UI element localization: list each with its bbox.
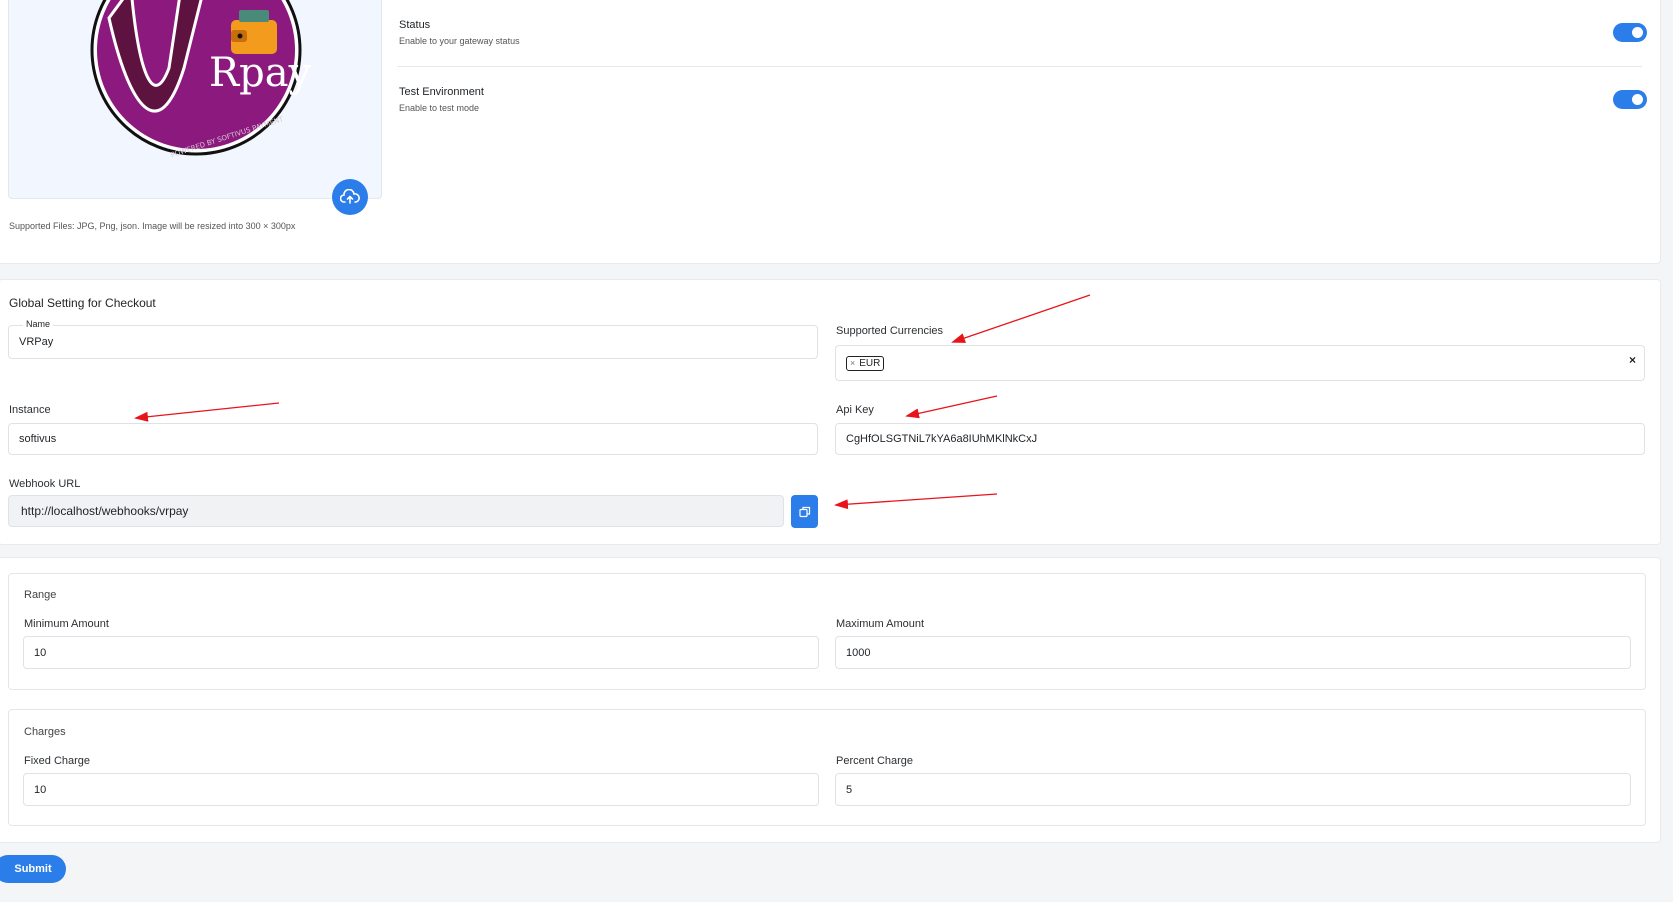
- logo-upload-area: Rpay POWERED BY SOFTIVUS PAYMENT: [8, 0, 382, 199]
- fixed-charge-field[interactable]: 10: [23, 773, 819, 806]
- instance-field[interactable]: softivus: [8, 423, 818, 455]
- upload-button[interactable]: [332, 179, 368, 215]
- range-box: Range Minimum Amount 10 Maximum Amount 1…: [8, 573, 1646, 690]
- limits-card: Range Minimum Amount 10 Maximum Amount 1…: [0, 557, 1661, 843]
- name-floating-label: Name: [23, 319, 54, 329]
- clear-all-icon[interactable]: ×: [1629, 353, 1636, 367]
- percent-charge-field[interactable]: 5: [835, 773, 1631, 806]
- status-title: Status: [399, 19, 431, 31]
- api-key-label: Api Key: [836, 404, 874, 416]
- divider: [397, 66, 1642, 67]
- gateway-card: Rpay POWERED BY SOFTIVUS PAYMENT Support…: [0, 0, 1661, 264]
- charges-title: Charges: [24, 726, 66, 738]
- maximum-amount-label: Maximum Amount: [836, 618, 925, 630]
- section-title: Global Setting for Checkout: [9, 296, 156, 310]
- minimum-amount-field[interactable]: 10: [23, 636, 819, 669]
- fixed-charge-label: Fixed Charge: [24, 755, 91, 767]
- checkout-settings-card: Global Setting for Checkout VRPay Name S…: [0, 279, 1661, 545]
- status-description: Enable to your gateway status: [399, 36, 520, 46]
- copy-webhook-button[interactable]: [791, 495, 818, 528]
- gateway-logo: Rpay POWERED BY SOFTIVUS PAYMENT: [90, 0, 312, 159]
- instance-label: Instance: [9, 404, 51, 416]
- submit-button[interactable]: Submit: [0, 855, 66, 883]
- copy-icon: [798, 506, 810, 517]
- supported-currencies-label: Supported Currencies: [836, 325, 944, 337]
- test-env-title: Test Environment: [399, 86, 484, 98]
- status-toggle[interactable]: [1613, 23, 1647, 42]
- range-title: Range: [24, 589, 57, 601]
- logo-wordmark: Rpay: [209, 50, 312, 96]
- cloud-upload-icon: [340, 189, 360, 204]
- test-env-toggle[interactable]: [1613, 90, 1647, 109]
- charges-box: Charges Fixed Charge 10 Percent Charge 5: [8, 709, 1646, 826]
- currency-tag-label: EUR: [859, 357, 881, 369]
- webhook-url-field: http://localhost/webhooks/vrpay: [8, 495, 784, 527]
- remove-tag-icon[interactable]: ×: [850, 358, 855, 368]
- currencies-select[interactable]: × EUR ×: [835, 345, 1645, 381]
- upload-hint: Supported Files: JPG, Png, json. Image w…: [9, 221, 296, 231]
- maximum-amount-field[interactable]: 1000: [835, 636, 1631, 669]
- api-key-field[interactable]: CgHfOLSGTNiL7kYA6a8IUhMKlNkCxJ: [835, 423, 1645, 455]
- webhook-url-label: Webhook URL: [9, 478, 81, 490]
- minimum-amount-label: Minimum Amount: [24, 618, 109, 630]
- currency-tag[interactable]: × EUR: [846, 355, 885, 371]
- percent-charge-label: Percent Charge: [836, 755, 914, 767]
- name-field[interactable]: VRPay: [8, 325, 818, 359]
- test-env-description: Enable to test mode: [399, 103, 480, 113]
